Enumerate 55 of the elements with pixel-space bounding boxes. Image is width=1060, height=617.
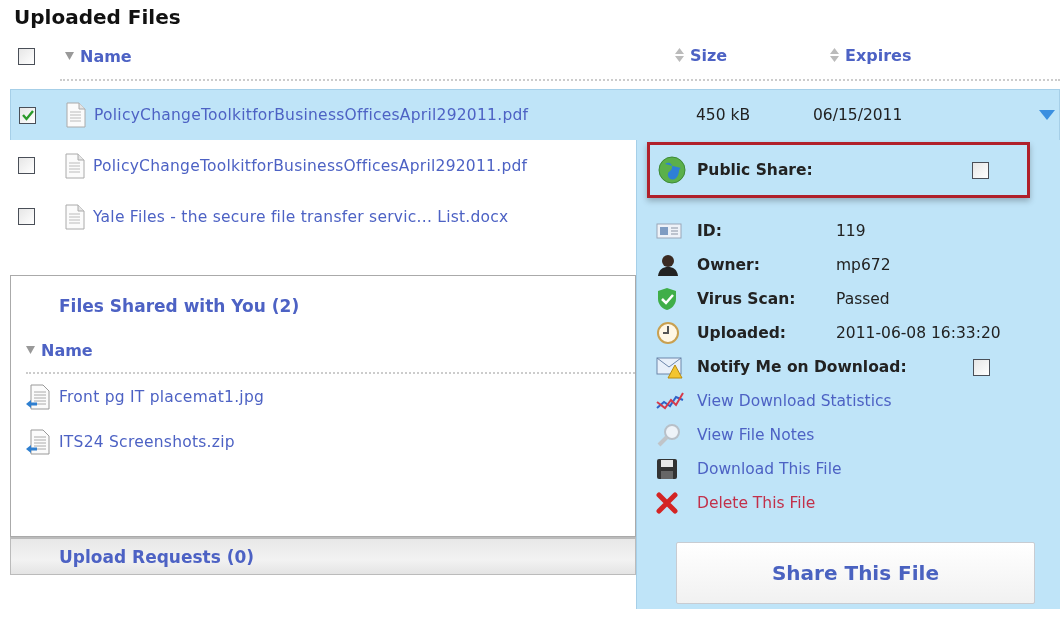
section-title[interactable]: Files Shared with You (2)	[59, 296, 300, 316]
column-header[interactable]: Size	[675, 45, 728, 65]
globe-icon	[657, 155, 687, 185]
field-label: Uploaded:	[697, 324, 787, 342]
file-name-link[interactable]: PolicyChangeToolkitforBusinessOfficesApril292011.pdf	[94, 106, 529, 124]
delete-link[interactable]: Delete This File	[697, 494, 816, 512]
selected-row[interactable]: PolicyChangeToolkitforBusinessOfficesApril292011.pdf 450 kB 06/15/2011	[10, 89, 1060, 140]
field-label: Virus Scan:	[697, 290, 797, 308]
page-title: Uploaded Files	[13, 4, 182, 31]
field-label: ID:	[697, 222, 723, 240]
column-header[interactable]: Expires	[830, 45, 912, 65]
clock-icon	[656, 321, 680, 345]
sort-icon	[675, 48, 684, 63]
action-link[interactable]: View Download Statistics	[697, 392, 892, 410]
line-chart-icon	[656, 391, 684, 411]
sort-down-icon	[26, 346, 35, 354]
shield-check-icon	[656, 287, 678, 311]
field-label: Owner:	[697, 256, 761, 274]
option-label: Notify Me on Download:	[697, 358, 908, 376]
action-link[interactable]: View File Notes	[697, 426, 815, 444]
select-all-checkbox[interactable]	[18, 47, 35, 65]
sort-down-icon	[65, 52, 74, 61]
id-card-icon	[656, 222, 682, 240]
section-header[interactable]: Upload Requests (0)	[10, 537, 636, 575]
checkbox[interactable]	[18, 208, 35, 225]
action-link[interactable]: Download This File	[697, 460, 842, 478]
expand-arrow-icon[interactable]	[1039, 110, 1055, 120]
checkbox[interactable]	[972, 161, 989, 179]
magnifier-icon	[656, 423, 682, 447]
checkbox[interactable]	[973, 358, 990, 376]
sort-icon	[830, 48, 839, 63]
field-value: 2011-06-08 16:33:20	[836, 324, 1001, 342]
checkbox[interactable]	[19, 106, 36, 124]
checkbox[interactable]	[18, 157, 35, 174]
file-name-link[interactable]: Front pg IT placemat1.jpg	[59, 387, 265, 406]
option-label: Public Share:	[697, 161, 814, 179]
file-name-link[interactable]: PolicyChangeToolkitforBusinessOfficesApril292011.pdf	[93, 156, 528, 175]
document-icon	[65, 152, 85, 179]
document-icon	[65, 203, 85, 230]
delete-icon	[656, 492, 678, 514]
shared-document-icon	[25, 383, 51, 410]
document-icon	[66, 102, 86, 128]
field-value: 119	[836, 222, 866, 240]
file-name-link[interactable]: ITS24 Screenshots.zip	[59, 432, 235, 451]
column-header[interactable]: Name	[65, 46, 132, 66]
column-header[interactable]: Name	[26, 340, 93, 360]
file-size: 450 kB	[696, 106, 751, 124]
share-button[interactable]: Share This File	[676, 542, 1035, 604]
field-value: Passed	[836, 290, 890, 308]
expiry-date: 06/15/2011	[813, 106, 903, 124]
person-icon	[656, 253, 680, 277]
envelope-warning-icon	[656, 355, 684, 379]
file-name-link[interactable]: Yale Files - the secure file transfer servic... List.docx	[93, 207, 509, 226]
field-value: mp672	[836, 256, 891, 274]
shared-document-icon	[25, 428, 51, 455]
